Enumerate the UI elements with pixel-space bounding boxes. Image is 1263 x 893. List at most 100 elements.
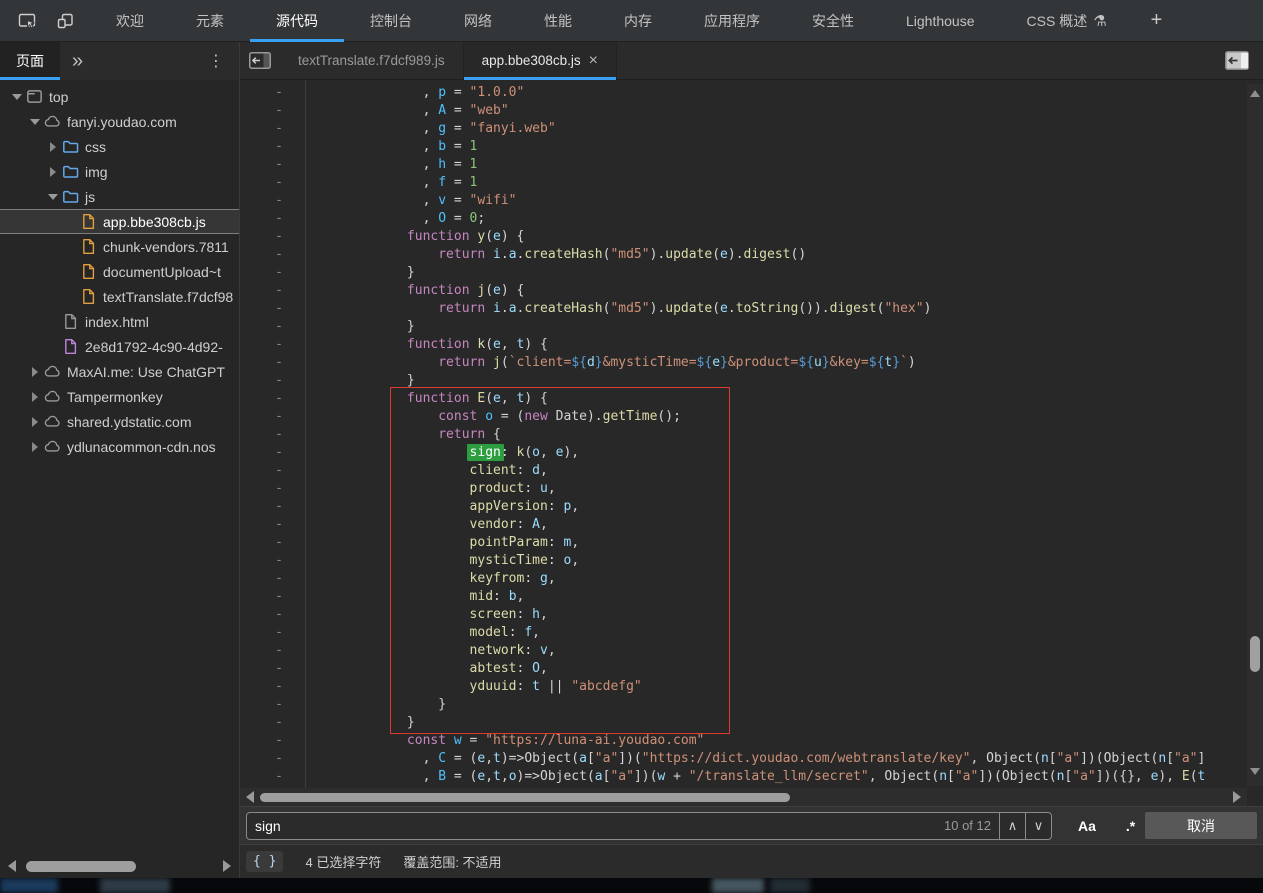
gutter-marker: -	[240, 534, 305, 552]
code-line: - , A = "web"	[240, 102, 1263, 120]
gutter-marker: -	[240, 408, 305, 426]
tree-item-app.bbe308cb.js[interactable]: app.bbe308cb.js	[0, 209, 239, 234]
editor-tab-label: app.bbe308cb.js	[482, 53, 581, 68]
devtools-tab-7[interactable]: 应用程序	[678, 0, 786, 42]
tree-item-documentupload-t[interactable]: documentUpload~t	[0, 259, 239, 284]
tree-item-chunk-vendors.7811[interactable]: chunk-vendors.7811	[0, 234, 239, 259]
gutter-marker: -	[240, 588, 305, 606]
scroll-right-icon[interactable]	[1233, 791, 1241, 803]
devtools-tab-label: 应用程序	[704, 11, 760, 31]
tree-item-js[interactable]: js	[0, 184, 239, 209]
chevron-right-icon[interactable]	[44, 167, 61, 177]
file-plain-icon	[62, 313, 79, 330]
file-purple-icon	[62, 338, 79, 355]
chevron-right-icon[interactable]	[26, 392, 43, 402]
editor-tab-0[interactable]: textTranslate.f7dcf989.js	[280, 42, 464, 80]
chevron-down-icon[interactable]	[44, 194, 61, 200]
tree-item-maxai.me-use-chatgpt[interactable]: MaxAI.me: Use ChatGPT	[0, 359, 239, 384]
gutter-marker: -	[240, 624, 305, 642]
scrollbar-thumb[interactable]	[1250, 636, 1260, 672]
code-line: - vendor: A,	[240, 516, 1263, 534]
scrollbar-thumb[interactable]	[26, 861, 136, 872]
pretty-print-button[interactable]: { }	[246, 851, 283, 872]
chevron-right-icon[interactable]	[44, 142, 61, 152]
tree-item-index.html[interactable]: index.html	[0, 309, 239, 334]
editor-tabstrip: textTranslate.f7dcf989.jsapp.bbe308cb.js…	[240, 42, 1263, 79]
devtools-tab-label: 性能	[544, 11, 572, 31]
devtools-tab-4[interactable]: 网络	[438, 0, 518, 42]
code-line: - return i.a.createHash("md5").update(e.…	[240, 300, 1263, 318]
chevron-right-icon[interactable]	[26, 367, 43, 377]
match-count: 10 of 12	[936, 818, 999, 833]
file-js-icon	[80, 263, 97, 280]
add-tab-button[interactable]: +	[1133, 9, 1181, 32]
tree-item-texttranslate.f7dcf98[interactable]: textTranslate.f7dcf98	[0, 284, 239, 309]
gutter-marker: -	[240, 768, 305, 786]
scroll-right-icon[interactable]	[223, 860, 231, 872]
more-options-icon[interactable]: ⋮	[194, 51, 239, 71]
scroll-up-icon[interactable]	[1250, 90, 1260, 97]
toggle-sidebar-icon[interactable]	[1217, 42, 1257, 80]
devtools-tab-10[interactable]: CSS 概述⚗	[1001, 0, 1133, 42]
chevron-right-icon[interactable]	[26, 442, 43, 452]
tree-item-css[interactable]: css	[0, 134, 239, 159]
tree-item-img[interactable]: img	[0, 159, 239, 184]
scroll-left-icon[interactable]	[8, 860, 16, 872]
gutter-marker: -	[240, 336, 305, 354]
devtools-tab-6[interactable]: 内存	[598, 0, 678, 42]
file-js-icon	[80, 213, 97, 230]
code-line: - const w = "https://luna-ai.youdao.com"	[240, 732, 1263, 750]
tab-page[interactable]: 页面	[0, 42, 60, 80]
match-case-button[interactable]: Aa	[1078, 818, 1096, 834]
devtools-tab-1[interactable]: 元素	[170, 0, 250, 42]
inspect-icon[interactable]	[10, 4, 44, 38]
devtools-tab-5[interactable]: 性能	[518, 0, 598, 42]
chevron-down-icon[interactable]	[26, 119, 43, 125]
page-behind	[0, 878, 1263, 893]
cancel-button[interactable]: 取消	[1145, 812, 1257, 839]
close-icon[interactable]: ×	[589, 53, 598, 69]
tree-item-2e8d1792-4c90-4d92-[interactable]: 2e8d1792-4c90-4d92-	[0, 334, 239, 359]
tree-item-fanyi.youdao.com[interactable]: fanyi.youdao.com	[0, 109, 239, 134]
regex-button[interactable]: .*	[1126, 818, 1135, 834]
scroll-down-icon[interactable]	[1250, 768, 1260, 775]
gutter-marker: -	[240, 354, 305, 372]
next-match-button[interactable]: ∨	[1025, 812, 1051, 840]
editor-horizontal-scrollbar[interactable]	[240, 788, 1247, 806]
code-editor[interactable]: - , p = "1.0.0"- , A = "web"- , g = "fan…	[240, 80, 1263, 788]
devtools-window: 欢迎元素源代码控制台网络 性能 内存 应用程序 安全性LighthouseCSS 概述⚗…	[0, 0, 1263, 893]
chevron-right-icon[interactable]	[26, 417, 43, 427]
devtools-tab-9[interactable]: Lighthouse	[880, 0, 1001, 42]
devtools-tab-3[interactable]: 控制台	[344, 0, 438, 42]
code-line: - , f = 1	[240, 174, 1263, 192]
code-line: - pointParam: m,	[240, 534, 1263, 552]
scroll-left-icon[interactable]	[246, 791, 254, 803]
toggle-navigator-icon[interactable]	[240, 42, 280, 80]
vertical-scrollbar[interactable]	[1247, 84, 1263, 786]
scrollbar-thumb[interactable]	[260, 793, 790, 802]
devtools-tab-2[interactable]: 源代码	[250, 0, 344, 42]
search-input[interactable]	[247, 818, 936, 834]
code-line: - mysticTime: o,	[240, 552, 1263, 570]
gutter-marker: -	[240, 228, 305, 246]
code-line: - , v = "wifi"	[240, 192, 1263, 210]
devtools-tab-8[interactable]: 安全性	[786, 0, 880, 42]
gutter-marker: -	[240, 120, 305, 138]
devtools-tab-0[interactable]: 欢迎	[90, 0, 170, 42]
editor-tab-1[interactable]: app.bbe308cb.js ×	[464, 42, 617, 80]
device-toolbar-icon[interactable]	[48, 4, 82, 38]
gutter-marker: -	[240, 300, 305, 318]
tree-item-shared.ydstatic.com[interactable]: shared.ydstatic.com	[0, 409, 239, 434]
code-line: - function k(e, t) {	[240, 336, 1263, 354]
chevron-down-icon[interactable]	[8, 94, 25, 100]
previous-match-button[interactable]: ∧	[999, 812, 1025, 840]
tree-item-tampermonkey[interactable]: Tampermonkey	[0, 384, 239, 409]
gutter-marker: -	[240, 696, 305, 714]
tree-item-label: MaxAI.me: Use ChatGPT	[67, 364, 225, 380]
overflow-tabs-icon[interactable]: »	[60, 50, 95, 73]
tree-item-top[interactable]: top	[0, 84, 239, 109]
sidebar-horizontal-scrollbar[interactable]	[0, 856, 239, 876]
gutter-marker: -	[240, 552, 305, 570]
tree-item-label: img	[85, 164, 108, 180]
tree-item-ydlunacommon-cdn.nos[interactable]: ydlunacommon-cdn.nos	[0, 434, 239, 459]
